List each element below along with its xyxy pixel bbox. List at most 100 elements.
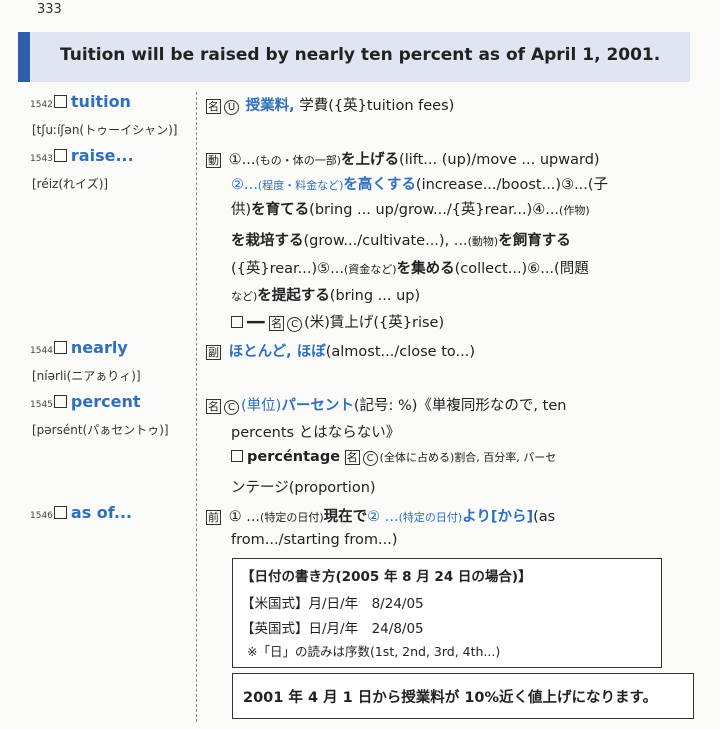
main-meaning: パーセント [281,398,354,414]
def-nearly: 副 ほとんど, ほぼ(almost.../close to...) [206,340,475,361]
headword-percent: 1545 percent [30,392,140,411]
english-gloss: (as [533,509,556,525]
english-gloss: (bring ... up) [329,288,421,304]
entry-number: 1542 [30,100,53,110]
english-gloss: (bring ... up/grow.../{英}rear...)④... [309,202,560,218]
derived-word: percéntage [247,449,341,465]
def-raise-5: ({英}rear...)⑤...(資金など)を集める(collect...)⑥.… [231,257,589,278]
meaning-text: 学費({英}tuition fees) [299,98,455,114]
meaning-text: (記号: %)《単複同形なので, ten [353,398,567,414]
pos-tag: 名 [206,399,221,414]
def-raise-4: を栽培する(grow.../cultivate...), ...(動物)を飼育す… [231,229,571,250]
checkbox-icon[interactable] [231,450,243,462]
gloss: (特定の日付) [398,511,463,524]
def-percent-1: 名 C (単位)パーセント(記号: %)《単複同形なので, ten [206,394,566,415]
checkbox-icon[interactable] [53,95,67,108]
gloss: (もの・体の一部) [255,154,342,167]
entry-number: 1546 [30,511,53,521]
gloss: 供) [231,202,252,218]
entry-number: 1544 [30,346,53,356]
headword: tuition [70,92,131,111]
checkbox-icon[interactable] [53,149,67,162]
ordinal-note: ※「日」の読みは序数(1st, 2nd, 3rd, 4th...) [247,644,501,659]
def-raise-3: 供)を育てる(bring ... up/grow.../{英}rear...)④… [231,198,590,219]
english-gloss: ({英}rear...)⑤... [231,261,344,277]
meaning: を栽培する [231,233,304,249]
def-raise-1: 動 ①...(もの・体の一部)を上げる(lift... (up)/move ..… [206,148,600,169]
countable-tag: C [287,317,303,332]
main-meaning: ほとんど, ほぼ [228,344,326,360]
gloss: (程度・料金など) [257,179,344,192]
gloss: (資金など) [344,263,397,276]
meaning: 現在で [323,509,368,525]
english-gloss: (collect...)⑥...(問題 [454,261,589,277]
headword: percent [70,392,141,411]
headword-nearly: 1544 nearly [30,338,128,357]
pos-tag: 動 [206,153,221,168]
def-raise-2: ②...(程度・料金など)を高くする(increase.../boost...)… [231,173,608,194]
pronunciation-nearly: [níərli(ニアぁりィ)] [32,369,141,383]
def-as-of-2: from.../starting from...) [231,532,398,548]
pronunciation-raise: [réiz(れイズ)] [32,177,109,191]
banner-accent-bar [18,32,30,82]
uncountable-tag: U [224,100,239,115]
sense-number: ①... [228,152,256,168]
pos-tag: 名 [206,99,221,114]
checkbox-icon[interactable] [53,395,67,408]
uk-format: 【英国式】日/月/年 24/8/05 [241,621,424,637]
meaning: より[から] [462,509,534,525]
page-number: 333 [37,2,62,17]
headword-raise: 1543 raise... [30,146,134,165]
column-divider [196,92,197,722]
english-gloss: (almost.../close to...) [325,344,475,360]
countable-tag: C [224,400,239,415]
meaning-text: (全体に占める)割合, 百分率, パーセ [379,451,557,464]
checkbox-icon[interactable] [231,316,243,328]
gloss: (特定の日付) [260,511,324,524]
def-as-of-1: 前 ① ...(特定の日付)現在で② ...(特定の日付)より[から](as [206,505,555,526]
box-title: 【日付の書き方(2005 年 8 月 24 日の場合)】 [241,569,532,585]
meaning: を飼育する [498,233,571,249]
pos-tag: 名 [344,450,360,465]
translation-box: 2001 年 4 月 1 日から授業料が 10%近く値上げになります。 [232,673,694,719]
translation-text: 2001 年 4 月 1 日から授業料が 10%近く値上げになります。 [243,690,658,706]
def-percent-4: ンテージ(proportion) [231,480,376,496]
gloss: (単位) [241,398,282,414]
def-raise-7: ━━ 名 C (米)賃上げ({英}rise) [231,311,444,332]
banner-sentence: Tuition will be raised by nearly ten per… [60,45,661,65]
us-format: 【米国式】月/日/年 8/24/05 [241,596,424,612]
english-gloss: (increase.../boost...)③...(子 [415,177,609,193]
sense-number: ① ... [228,509,261,525]
checkbox-icon[interactable] [53,341,67,354]
headword-tuition: 1542 tuition [30,92,131,111]
meaning: を高くする [343,177,416,193]
gloss: など) [231,290,258,303]
meaning: を提起する [257,288,330,304]
gloss: (作物) [559,204,590,217]
date-format-box: 【日付の書き方(2005 年 8 月 24 日の場合)】 【米国式】月/日/年 … [232,558,662,668]
pos-tag: 名 [269,316,285,331]
def-tuition: 名U 授業料, 学費({英}tuition fees) [206,94,454,115]
meaning: を上げる [341,152,400,168]
def-percent-2: percents とはならない》 [231,425,401,441]
countable-tag: C [362,451,378,466]
def-raise-6: など)を提起する(bring ... up) [231,284,420,305]
headword: raise... [70,146,134,165]
entry-number: 1543 [30,154,53,164]
sense-number: ② ... [367,509,399,525]
headword: nearly [70,338,128,357]
main-meaning: 授業料, [245,98,295,114]
pos-tag: 前 [206,510,221,525]
dash-symbol: ━━ [247,315,265,331]
gloss: (動物) [467,235,499,248]
meaning-text: (米)賃上げ({英}rise) [304,315,445,331]
sense-number: ②... [231,177,258,193]
def-percent-3: percéntage 名 C (全体に占める)割合, 百分率, パーセ [231,449,556,466]
pronunciation-percent: [pərsént(パぁセントゥ)] [32,423,169,437]
english-gloss: (lift... (up)/move ... upward) [399,152,600,168]
pos-tag: 副 [206,345,221,360]
meaning: を集める [396,261,455,277]
headword-as-of: 1546 as of... [30,503,132,522]
checkbox-icon[interactable] [53,506,67,519]
meaning: を育てる [251,202,310,218]
